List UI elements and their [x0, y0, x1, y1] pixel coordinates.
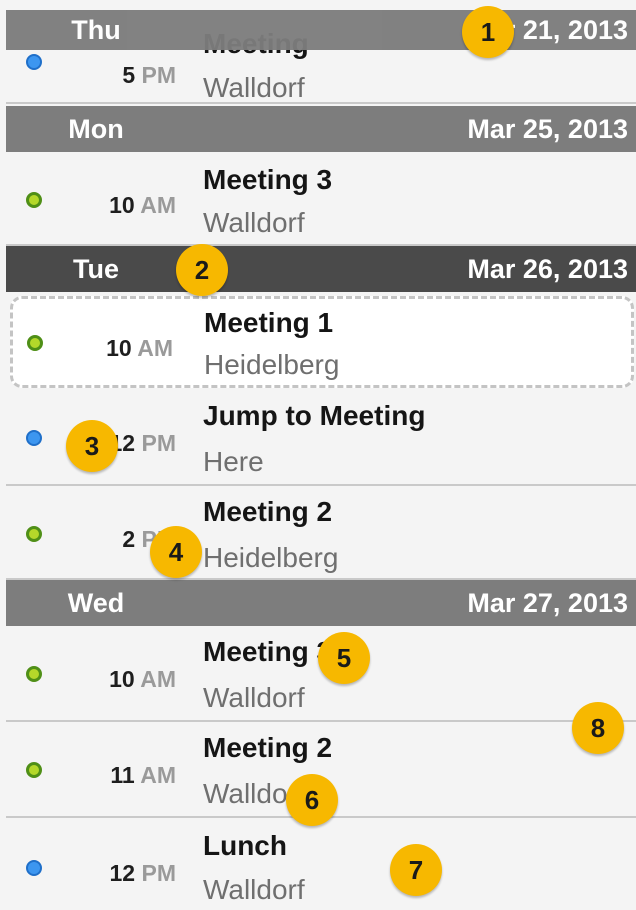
event-location: Here	[203, 446, 264, 477]
event-row-selected[interactable]: 10 AM Meeting 1 Heidelberg	[10, 296, 634, 388]
day-header: Mon Mar 25, 2013	[6, 106, 636, 152]
event-status-dot	[26, 860, 42, 876]
event-status-dot	[26, 430, 42, 446]
day-label: Thu	[71, 14, 121, 45]
day-label: Mon	[68, 113, 124, 144]
event-status-dot	[26, 762, 42, 778]
annotation-badge-3: 3	[66, 420, 118, 472]
event-title: Meeting 2	[203, 732, 333, 763]
event-status-dot	[27, 335, 43, 351]
event-location: Walldorf	[203, 682, 305, 713]
day-header: Wed Mar 27, 2013	[6, 580, 636, 626]
date-label: Mar 25, 2013	[467, 113, 628, 144]
event-time: 12 PM	[109, 430, 176, 456]
event-location: Walldorf	[203, 207, 305, 238]
event-row[interactable]: 10 AM Meeting 3 Walldorf	[6, 152, 636, 246]
event-title: Meeting 2	[203, 496, 333, 527]
day-label: Wed	[67, 587, 125, 618]
event-time: 12 PM	[109, 860, 176, 886]
event-location: Walldorf	[203, 874, 305, 905]
event-location: Heidelberg	[204, 349, 340, 380]
event-title: Jump to Meeting	[203, 400, 426, 431]
annotation-badge-1: 1	[462, 6, 514, 58]
event-time: 10 AM	[109, 192, 176, 218]
day-header: Tue Mar 26, 2013	[6, 246, 636, 292]
annotation-badge-4: 4	[150, 526, 202, 578]
event-title: Meeting 3	[203, 164, 333, 195]
event-status-dot	[26, 666, 42, 682]
annotation-badge-6: 6	[286, 774, 338, 826]
event-row[interactable]: 2 PM Meeting 2 Heidelberg	[6, 486, 636, 580]
event-row[interactable]: 10 AM Meeting 304 Walldorf	[6, 626, 636, 722]
annotation-badge-2: 2	[176, 244, 228, 296]
event-time: 5 PM	[122, 62, 176, 88]
annotation-badge-5: 5	[318, 632, 370, 684]
event-location: Walldorf	[203, 72, 305, 103]
event-row[interactable]: 12 PM Lunch Walldorf	[6, 818, 636, 910]
date-label: Mar 26, 2013	[467, 253, 628, 284]
annotation-badge-8: 8	[572, 702, 624, 754]
event-status-dot	[26, 192, 42, 208]
event-title: Meeting 1	[204, 307, 334, 338]
event-title: Lunch	[203, 830, 287, 861]
date-label: Mar 27, 2013	[467, 587, 628, 618]
event-time: 10 AM	[106, 335, 173, 361]
day-header: Thu Mar 21, 2013	[6, 10, 636, 50]
event-location: Heidelberg	[203, 542, 339, 573]
event-status-dot	[26, 526, 42, 542]
event-status-dot	[26, 54, 42, 70]
event-time: 11 AM	[110, 762, 176, 788]
day-label: Tue	[73, 253, 119, 284]
event-time: 10 AM	[109, 666, 176, 692]
annotation-badge-7: 7	[390, 844, 442, 896]
